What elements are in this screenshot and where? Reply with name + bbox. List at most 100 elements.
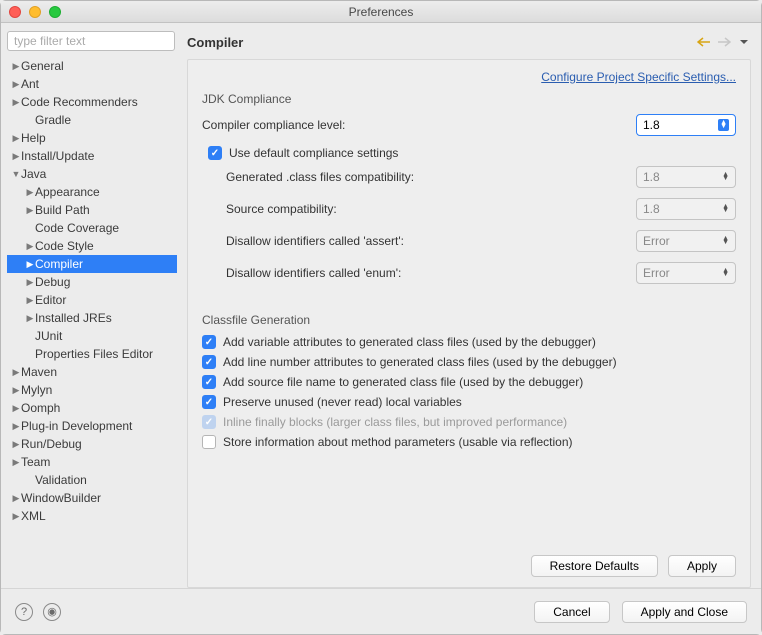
panel-buttons: Restore Defaults Apply bbox=[202, 555, 736, 577]
restore-defaults-button[interactable]: Restore Defaults bbox=[531, 555, 658, 577]
tree-item-label: Validation bbox=[35, 473, 87, 487]
chevron-updown-icon: ▲▼ bbox=[722, 269, 729, 277]
select: Error▲▼ bbox=[636, 262, 736, 284]
tree-item-label: Build Path bbox=[35, 203, 90, 217]
tree-item[interactable]: ▶Run/Debug bbox=[7, 435, 177, 453]
tree-item[interactable]: ▶Appearance bbox=[7, 183, 177, 201]
checkbox-row[interactable]: Store information about method parameter… bbox=[202, 435, 736, 449]
tree-item[interactable]: ▶Code Recommenders bbox=[7, 93, 177, 111]
checkbox-row[interactable]: Add line number attributes to generated … bbox=[202, 355, 736, 369]
chevron-updown-icon: ▲▼ bbox=[722, 237, 729, 245]
titlebar: Preferences bbox=[1, 1, 761, 23]
chevron-right-icon: ▶ bbox=[11, 367, 21, 378]
chevron-right-icon: ▶ bbox=[11, 439, 21, 450]
tree-item[interactable]: ▶JUnit bbox=[7, 327, 177, 345]
row-label: Source compatibility: bbox=[202, 202, 636, 216]
forward-icon bbox=[717, 35, 731, 49]
compliance-sub-row: Disallow identifiers called 'assert':Err… bbox=[202, 230, 736, 252]
tree-item-label: Mylyn bbox=[21, 383, 52, 397]
tree-item[interactable]: ▶Team bbox=[7, 453, 177, 471]
tree-item[interactable]: ▶Debug bbox=[7, 273, 177, 291]
apply-close-button[interactable]: Apply and Close bbox=[622, 601, 747, 623]
tree-item[interactable]: ▶Installed JREs bbox=[7, 309, 177, 327]
checkbox-row[interactable]: Add variable attributes to generated cla… bbox=[202, 335, 736, 349]
tree-item[interactable]: ▶Compiler bbox=[7, 255, 177, 273]
checkbox-icon bbox=[202, 355, 216, 369]
tree-item-label: Team bbox=[21, 455, 50, 469]
apply-button[interactable]: Apply bbox=[668, 555, 736, 577]
header-toolbar bbox=[697, 35, 751, 49]
chevron-right-icon: ▶ bbox=[25, 295, 35, 306]
tree-item-label: Code Coverage bbox=[35, 221, 119, 235]
tree-item-label: Run/Debug bbox=[21, 437, 82, 451]
tree-item[interactable]: ▶Ant bbox=[7, 75, 177, 93]
tree-item[interactable]: ▶Gradle bbox=[7, 111, 177, 129]
tree-item-label: Install/Update bbox=[21, 149, 94, 163]
tree-item[interactable]: ▶Code Coverage bbox=[7, 219, 177, 237]
tree-item-label: JUnit bbox=[35, 329, 62, 343]
tree-item[interactable]: ▶Validation bbox=[7, 471, 177, 489]
chevron-updown-icon: ▲▼ bbox=[722, 205, 729, 213]
help-icon[interactable]: ? bbox=[15, 603, 33, 621]
chevron-down-icon: ▼ bbox=[11, 169, 21, 179]
jdk-section-title: JDK Compliance bbox=[202, 92, 736, 106]
nav-tree: ▶General▶Ant▶Code Recommenders▶Gradle▶He… bbox=[7, 57, 177, 525]
tree-item[interactable]: ▶Oomph bbox=[7, 399, 177, 417]
checkbox-label: Add variable attributes to generated cla… bbox=[223, 335, 596, 349]
tree-item[interactable]: ▶Help bbox=[7, 129, 177, 147]
classfile-section-title: Classfile Generation bbox=[202, 313, 736, 327]
tree-item-label: Debug bbox=[35, 275, 70, 289]
main-area: ▶General▶Ant▶Code Recommenders▶Gradle▶He… bbox=[1, 23, 761, 588]
chevron-right-icon: ▶ bbox=[11, 151, 21, 162]
window-title: Preferences bbox=[1, 5, 761, 19]
cancel-button[interactable]: Cancel bbox=[534, 601, 609, 623]
tree-item[interactable]: ▶Install/Update bbox=[7, 147, 177, 165]
tree-item[interactable]: ▼Java bbox=[7, 165, 177, 183]
checkbox-row: Inline finally blocks (larger class file… bbox=[202, 415, 736, 429]
tree-item-label: XML bbox=[21, 509, 46, 523]
compliance-level-row: Compiler compliance level: 1.8 ▲▼ bbox=[202, 114, 736, 136]
tree-item[interactable]: ▶Build Path bbox=[7, 201, 177, 219]
tree-item[interactable]: ▶Maven bbox=[7, 363, 177, 381]
chevron-right-icon: ▶ bbox=[11, 97, 21, 108]
chevron-right-icon: ▶ bbox=[25, 241, 35, 252]
tree-item[interactable]: ▶General bbox=[7, 57, 177, 75]
filter-input[interactable] bbox=[7, 31, 175, 51]
compliance-level-label: Compiler compliance level: bbox=[202, 118, 636, 132]
select: Error▲▼ bbox=[636, 230, 736, 252]
select: 1.8▲▼ bbox=[636, 166, 736, 188]
compliance-level-select[interactable]: 1.8 ▲▼ bbox=[636, 114, 736, 136]
import-export-icon[interactable]: ◉ bbox=[43, 603, 61, 621]
use-default-checkbox-row[interactable]: Use default compliance settings bbox=[202, 146, 736, 160]
tree-item[interactable]: ▶XML bbox=[7, 507, 177, 525]
tree-item-label: Editor bbox=[35, 293, 66, 307]
back-icon[interactable] bbox=[697, 35, 711, 49]
sidebar: ▶General▶Ant▶Code Recommenders▶Gradle▶He… bbox=[1, 23, 183, 588]
tree-item[interactable]: ▶Properties Files Editor bbox=[7, 345, 177, 363]
tree-item[interactable]: ▶Editor bbox=[7, 291, 177, 309]
tree-item-label: Java bbox=[21, 167, 46, 181]
checkbox-label: Store information about method parameter… bbox=[223, 435, 573, 449]
tree-item-label: Oomph bbox=[21, 401, 60, 415]
chevron-right-icon: ▶ bbox=[11, 457, 21, 468]
tree-item-label: Compiler bbox=[35, 257, 83, 271]
tree-item-label: General bbox=[21, 59, 64, 73]
footer-icons: ? ◉ bbox=[15, 603, 61, 621]
menu-dropdown-icon[interactable] bbox=[737, 35, 751, 49]
chevron-right-icon: ▶ bbox=[25, 277, 35, 288]
project-settings-link[interactable]: Configure Project Specific Settings... bbox=[202, 70, 736, 84]
tree-item[interactable]: ▶Code Style bbox=[7, 237, 177, 255]
tree-item[interactable]: ▶WindowBuilder bbox=[7, 489, 177, 507]
checkbox-row[interactable]: Preserve unused (never read) local varia… bbox=[202, 395, 736, 409]
chevron-right-icon: ▶ bbox=[11, 133, 21, 144]
tree-item[interactable]: ▶Plug-in Development bbox=[7, 417, 177, 435]
chevron-updown-icon: ▲▼ bbox=[722, 173, 729, 181]
tree-item-label: Appearance bbox=[35, 185, 100, 199]
checkbox-label: Add source file name to generated class … bbox=[223, 375, 583, 389]
tree-item-label: Code Style bbox=[35, 239, 94, 253]
chevron-right-icon: ▶ bbox=[25, 259, 35, 270]
checkbox-row[interactable]: Add source file name to generated class … bbox=[202, 375, 736, 389]
tree-item[interactable]: ▶Mylyn bbox=[7, 381, 177, 399]
checkbox-icon bbox=[208, 146, 222, 160]
chevron-right-icon: ▶ bbox=[25, 313, 35, 324]
